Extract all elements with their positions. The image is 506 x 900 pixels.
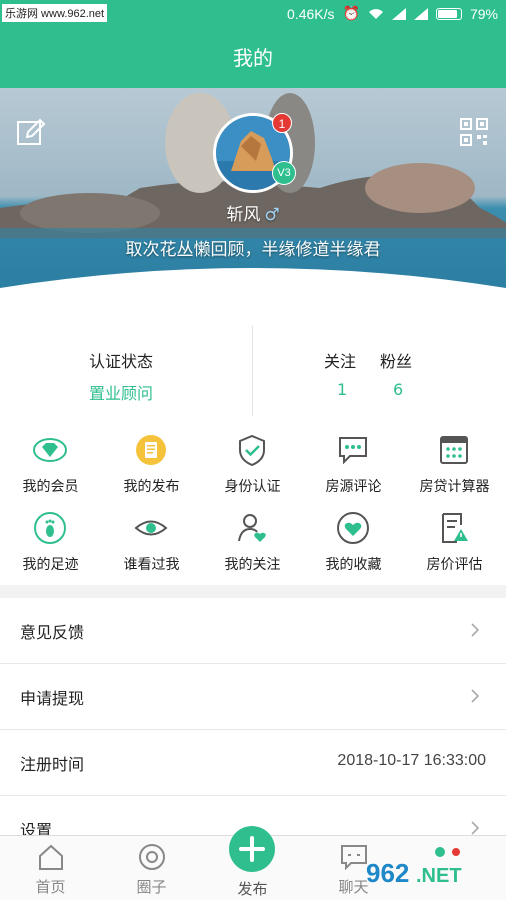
status-bar: 乐游网 www.962.net 0.46K/s ⏰ 79% [0,0,506,28]
menu-my-favorites[interactable]: 我的收藏 [303,505,404,585]
menu-my-footprints[interactable]: 我的足迹 [0,505,101,585]
register-time-row: 注册时间 2018-10-17 16:33:00 [0,730,506,796]
battery-percent: 79% [469,5,498,22]
menu-label: 谁看过我 [123,557,180,573]
follow-label[interactable]: 关注 [324,348,356,372]
profile-header: 1 V3 斩风 ♂ 取次花丛懒回顾，半缘修道半缘君 [0,88,506,328]
eye-icon [134,520,168,536]
menu-label: 我的收藏 [325,557,382,573]
tab-circle[interactable]: 圈子 [101,836,202,900]
settings-list: 意见反馈 申请提现 注册时间 2018-10-17 16:33:00 设置 [0,598,506,862]
follow-count[interactable]: 1 [337,380,347,399]
tab-label: 圈子 [136,878,167,896]
fans-count[interactable]: 6 [393,380,403,399]
menu-identity-verify[interactable]: 身份认证 [202,427,303,507]
svg-text:962: 962 [366,858,409,888]
home-icon [39,844,63,870]
menu-my-membership[interactable]: 我的会员 [0,427,101,507]
heart-icon [337,512,369,544]
comment-icon [339,437,367,465]
menu-my-follows[interactable]: 我的关注 [202,505,303,585]
user-name: 斩风 ♂ [0,200,506,225]
user-signature: 取次花丛懒回顾，半缘修道半缘君 [125,240,381,260]
circle-icon [139,844,165,870]
page-title: 我的 [0,28,506,88]
network-speed: 0.46K/s [287,5,335,22]
tab-publish[interactable]: 发布 [202,826,303,900]
tab-home[interactable]: 首页 [0,836,101,900]
menu-label: 房贷计算器 [419,479,490,495]
shield-check-icon [239,434,265,467]
footprint-icon [34,512,66,544]
menu-label: 房源评论 [325,479,382,495]
status-icons: 0.46K/s ⏰ 79% [287,5,498,22]
cert-status-value[interactable]: 置业顾问 [89,380,153,404]
quick-menu: 我的会员 我的发布 身份认证 房源评论 房贷计算器 我的足迹 谁看过我 我的关注… [0,423,506,585]
level-badge: V3 [272,161,296,185]
menu-mortgage-calculator[interactable]: 房贷计算器 [404,427,505,507]
alarm-icon: ⏰ [342,5,360,21]
battery-icon [435,7,462,20]
tab-label: 首页 [35,878,66,896]
wifi-icon [368,8,383,19]
svg-text:.NET: .NET [416,865,462,887]
feedback-label: 意见反馈 [20,623,85,642]
menu-label: 我的会员 [22,479,79,495]
notification-badge: 1 [272,113,292,133]
user-name-text: 斩风 [226,205,261,225]
chevron-right-icon [471,821,480,835]
cert-status-label: 认证状态 [89,352,154,371]
report-icon [442,513,468,543]
menu-price-evaluation[interactable]: 房价评估 [404,505,505,585]
plus-icon [229,826,275,872]
male-icon: ♂ [264,205,280,225]
chevron-right-icon [471,689,480,703]
menu-label: 我的关注 [224,557,281,573]
tab-label: 发布 [237,880,268,898]
stats-divider [252,326,253,416]
menu-label: 我的发布 [123,479,180,495]
menu-label: 房价评估 [426,557,483,573]
chevron-right-icon [471,623,480,637]
bottom-tab-bar: 首页 圈子 发布 聊天 962 .NET [0,826,506,900]
withdraw-row[interactable]: 申请提现 [0,664,506,730]
diamond-icon [33,438,67,462]
site-watermark-logo: 962 .NET [366,847,462,888]
menu-who-viewed-me[interactable]: 谁看过我 [101,505,202,585]
person-heart-icon [238,514,266,542]
menu-label: 身份认证 [224,479,281,495]
signal-icon-2 [413,7,428,20]
document-icon [136,435,166,465]
fans-label[interactable]: 粉丝 [380,348,412,372]
calculator-icon [440,436,468,464]
signal-icon [391,7,406,20]
feedback-row[interactable]: 意见反馈 [0,598,506,664]
withdraw-label: 申请提现 [20,689,85,708]
register-time-value: 2018-10-17 16:33:00 [337,752,486,769]
menu-listing-comments[interactable]: 房源评论 [303,427,404,507]
menu-label: 我的足迹 [22,557,79,573]
watermark-label: 乐游网 www.962.net [2,4,108,22]
edit-profile-icon[interactable] [16,118,46,148]
menu-my-posts[interactable]: 我的发布 [101,427,202,507]
stats-panel: 认证状态 置业顾问 关注 1 粉丝 6 [0,318,506,423]
register-time-label: 注册时间 [20,755,85,774]
qr-code-icon[interactable] [460,118,488,146]
